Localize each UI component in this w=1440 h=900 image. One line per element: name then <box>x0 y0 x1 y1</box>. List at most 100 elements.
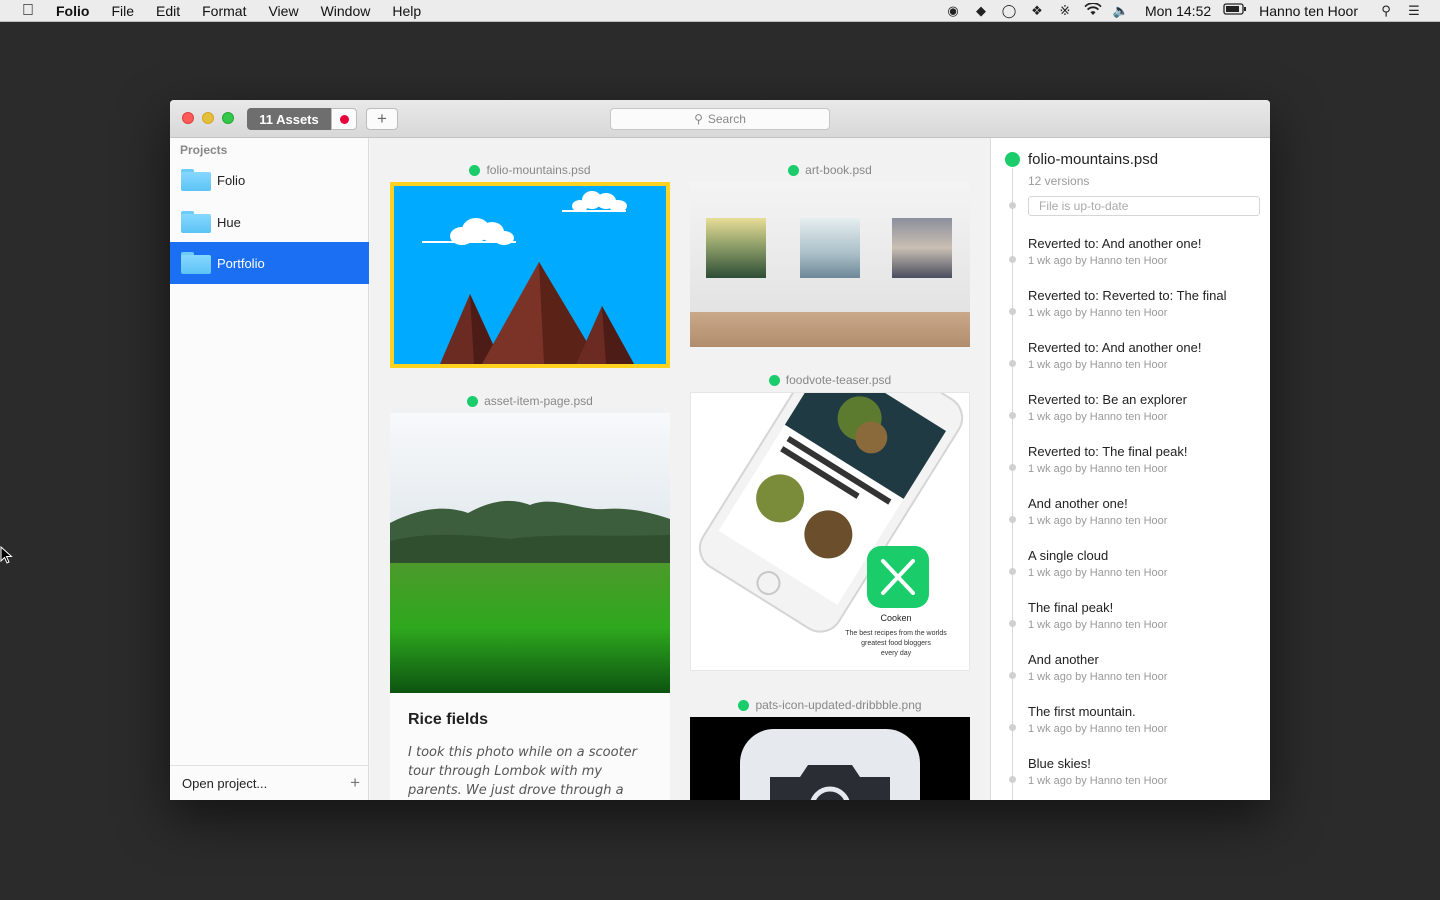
bluetooth-icon[interactable]: ※ <box>1051 3 1079 19</box>
status-dot-icon <box>738 699 750 711</box>
open-project-button[interactable]: Open project... <box>182 776 267 791</box>
version-item[interactable]: Reverted to: And another one! 1 wk ago b… <box>991 340 1270 384</box>
timeline-dot <box>1009 256 1016 263</box>
folder-icon <box>181 211 211 233</box>
sidebar-item-portfolio[interactable]: Portfolio <box>170 242 369 284</box>
selected-filename: folio-mountains.psd <box>1028 151 1159 168</box>
menu-window[interactable]: Window <box>310 3 382 19</box>
rice-fields-photo <box>390 413 670 693</box>
clock[interactable]: Mon 14:52 <box>1135 3 1221 19</box>
menu-file[interactable]: File <box>100 3 145 19</box>
timeline-dot <box>1009 516 1016 523</box>
asset-thumb-foodvote-teaser[interactable]: Cooken The best recipes from the worlds … <box>690 392 970 671</box>
dropbox-icon[interactable]: ❖ <box>1023 3 1051 19</box>
spotlight-search-icon[interactable]: ⚲ <box>1372 3 1400 19</box>
mountains-illustration <box>394 186 666 364</box>
timeline-dot <box>1009 360 1016 367</box>
search-icon: ⚲ <box>694 112 703 126</box>
sidebar-item-label: Portfolio <box>217 255 265 271</box>
folder-icon <box>181 252 211 274</box>
version-meta: 1 wk ago by Hanno ten Hoor <box>1028 723 1168 735</box>
asset-label-folio-mountains: folio-mountains.psd <box>390 162 670 178</box>
version-meta: 1 wk ago by Hanno ten Hoor <box>1028 359 1168 371</box>
version-message: The first mountain. <box>1028 704 1136 719</box>
menu-app-name[interactable]: Folio <box>56 3 100 19</box>
volume-icon[interactable]: 🔈 <box>1107 3 1135 19</box>
sidebar-item-label: Hue <box>217 214 241 230</box>
minimize-window-button[interactable] <box>202 112 214 124</box>
version-message: Reverted to: Be an explorer <box>1028 392 1187 407</box>
camera-app-icon <box>740 729 920 800</box>
battery-icon[interactable] <box>1221 3 1249 18</box>
assets-count-button[interactable]: 11 Assets <box>247 108 331 130</box>
timeline-dot <box>1009 464 1016 471</box>
version-meta: 1 wk ago by Hanno ten Hoor <box>1028 619 1168 631</box>
menu-help[interactable]: Help <box>381 3 432 19</box>
wifi-icon[interactable] <box>1079 1 1107 19</box>
version-item[interactable]: Reverted to: The final peak! 1 wk ago by… <box>991 444 1270 488</box>
version-history-panel: folio-mountains.psd 12 versions File is … <box>990 138 1270 800</box>
sidebar-footer: Open project... + <box>170 765 369 800</box>
close-window-button[interactable] <box>182 112 194 124</box>
sidebar-item-folio[interactable]: Folio <box>170 159 369 201</box>
user-name[interactable]: Hanno ten Hoor <box>1249 3 1372 19</box>
status-dot-icon <box>788 164 800 176</box>
search-placeholder: Search <box>707 112 746 126</box>
version-item[interactable]: The first mountain. 1 wk ago by Hanno te… <box>991 704 1270 748</box>
version-meta: 1 wk ago by Hanno ten Hoor <box>1028 411 1168 423</box>
menu-view[interactable]: View <box>257 3 309 19</box>
asset-description: I took this photo while on a scooter tou… <box>408 745 638 798</box>
add-project-button[interactable]: + <box>350 773 360 793</box>
timeline-dot <box>1009 620 1016 627</box>
version-item[interactable]: A single cloud 1 wk ago by Hanno ten Hoo… <box>991 548 1270 592</box>
record-icon[interactable]: ◉ <box>939 3 967 19</box>
version-item[interactable]: And another 1 wk ago by Hanno ten Hoor <box>991 652 1270 696</box>
menu-edit[interactable]: Edit <box>145 3 191 19</box>
lightbulb-icon[interactable]: ◯ <box>995 3 1023 19</box>
version-message: Reverted to: And another one! <box>1028 340 1202 355</box>
asset-thumb-folio-mountains[interactable] <box>390 182 670 368</box>
notification-center-icon[interactable]: ☰ <box>1400 3 1428 19</box>
version-meta: 1 wk ago by Hanno ten Hoor <box>1028 463 1168 475</box>
version-item[interactable]: Reverted to: And another one! 1 wk ago b… <box>991 236 1270 280</box>
asset-filename: asset-item-page.psd <box>484 394 593 408</box>
version-message: Reverted to: The final peak! <box>1028 444 1188 459</box>
toolbar: 11 Assets + ⚲ Search <box>170 100 1270 138</box>
status-dot-icon <box>1005 152 1020 167</box>
record-dot-icon <box>339 114 349 124</box>
version-meta: 1 wk ago by Hanno ten Hoor <box>1028 775 1168 787</box>
version-item[interactable]: And another one! 1 wk ago by Hanno ten H… <box>991 496 1270 540</box>
asset-thumb-art-book[interactable] <box>690 182 970 347</box>
versions-count: 12 versions <box>1028 174 1090 188</box>
search-field[interactable]: ⚲ Search <box>610 108 830 130</box>
zoom-window-button[interactable] <box>222 112 234 124</box>
version-item[interactable]: The final peak! 1 wk ago by Hanno ten Ho… <box>991 600 1270 644</box>
version-item[interactable]: Reverted to: Reverted to: The final 1 wk… <box>991 288 1270 332</box>
folio-window: 11 Assets + ⚲ Search Projects Folio Hue … <box>170 100 1270 800</box>
layers-icon[interactable]: ◆ <box>967 3 995 19</box>
version-item[interactable]: Reverted to: Be an explorer 1 wk ago by … <box>991 392 1270 436</box>
version-message: And another one! <box>1028 496 1128 511</box>
asset-thumb-pats-icon[interactable] <box>690 717 970 800</box>
add-asset-button[interactable]: + <box>366 108 398 130</box>
commit-message-field[interactable]: File is up-to-date <box>1028 196 1260 216</box>
tagline-line: The best recipes from the worlds <box>845 630 947 637</box>
version-message: Reverted to: Reverted to: The final <box>1028 288 1227 303</box>
version-message: The final peak! <box>1028 600 1114 615</box>
version-message: And another <box>1028 652 1099 667</box>
version-item[interactable]: Blue skies! 1 wk ago by Hanno ten Hoor <box>991 756 1270 800</box>
version-message: Reverted to: And another one! <box>1028 236 1202 251</box>
asset-label-asset-item-page: asset-item-page.psd <box>390 393 670 409</box>
record-button[interactable] <box>331 108 357 130</box>
asset-label-art-book: art-book.psd <box>690 162 970 178</box>
version-message: Blue skies! <box>1028 756 1091 771</box>
menu-format[interactable]: Format <box>191 3 257 19</box>
sidebar-item-hue[interactable]: Hue <box>170 201 369 243</box>
version-meta: 1 wk ago by Hanno ten Hoor <box>1028 515 1168 527</box>
asset-thumb-asset-item-page[interactable]: Rice fields I took this photo while on a… <box>390 413 670 800</box>
projects-heading: Projects <box>180 143 228 157</box>
folder-icon <box>181 169 211 191</box>
apple-icon[interactable]:  <box>0 2 56 20</box>
timeline-dot <box>1009 724 1016 731</box>
asset-filename: folio-mountains.psd <box>486 163 591 177</box>
